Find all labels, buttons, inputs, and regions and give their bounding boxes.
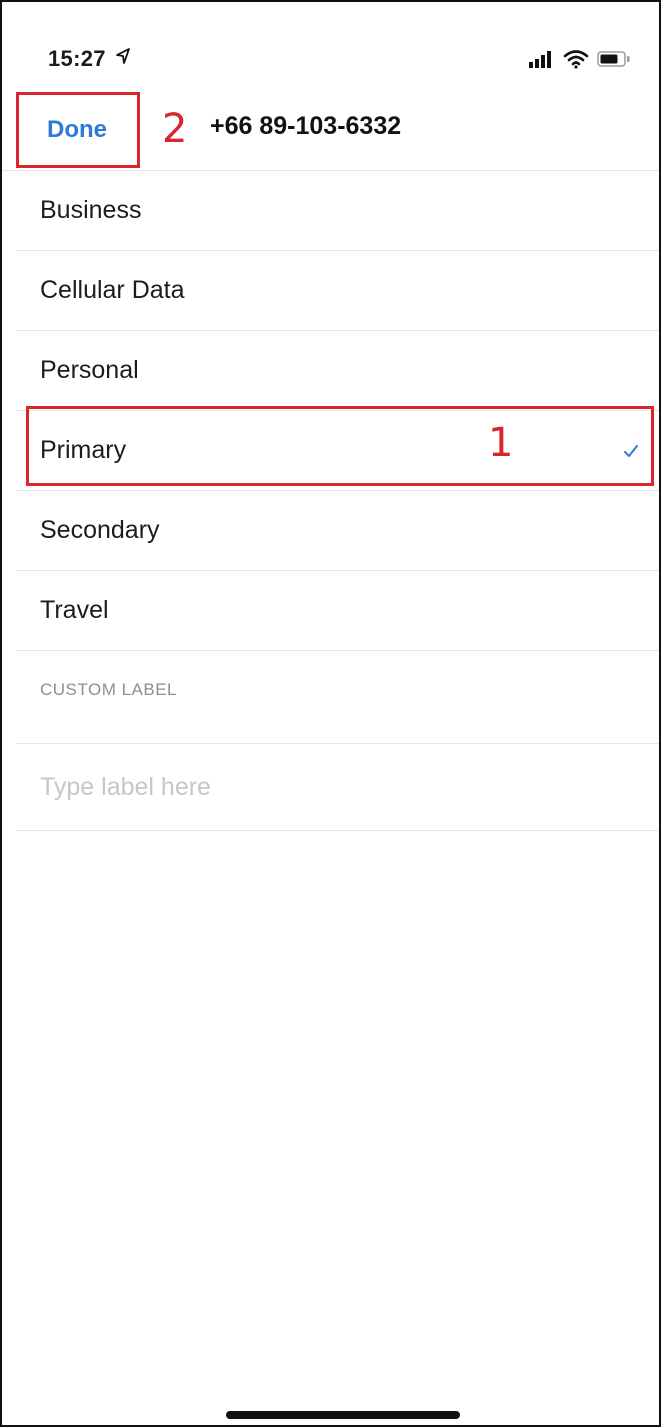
phone-number-title: +66 89-103-6332 (210, 112, 402, 140)
label-option-primary[interactable]: Primary (16, 411, 659, 491)
home-indicator (226, 1411, 460, 1419)
location-arrow-icon (116, 48, 130, 64)
done-button[interactable]: Done (18, 94, 136, 166)
label-option-text: Secondary (40, 516, 160, 544)
label-option-business[interactable]: Business (16, 171, 659, 251)
phone-screen: 15:27 Done 2 +66 89-103-6332 Business Ce… (0, 0, 661, 1427)
battery-icon (597, 51, 630, 67)
wifi-icon (563, 50, 589, 69)
signal-icon (529, 51, 551, 68)
custom-label-row (16, 743, 659, 831)
status-bar: 15:27 (2, 2, 659, 82)
label-option-travel[interactable]: Travel (16, 571, 659, 651)
custom-label-input[interactable] (40, 770, 600, 804)
status-time: 15:27 (48, 46, 106, 71)
custom-label-header: CUSTOM LABEL (40, 680, 178, 699)
status-icons (529, 48, 631, 70)
navigation-bar: Done 2 +66 89-103-6332 (2, 92, 659, 171)
checkmark-icon (624, 445, 638, 457)
label-option-personal[interactable]: Personal (16, 331, 659, 411)
label-option-text: Cellular Data (40, 276, 185, 304)
label-option-cellular-data[interactable]: Cellular Data (16, 251, 659, 331)
label-option-text: Personal (40, 356, 139, 384)
label-option-text: Travel (40, 596, 109, 624)
label-option-text: Business (40, 196, 142, 224)
label-list: Business Cellular Data Personal Primary … (2, 171, 659, 651)
label-option-text: Primary (40, 436, 127, 464)
annotation-number-done: 2 (162, 106, 188, 152)
label-option-secondary[interactable]: Secondary (16, 491, 659, 571)
annotation-number-primary: 1 (488, 420, 514, 466)
